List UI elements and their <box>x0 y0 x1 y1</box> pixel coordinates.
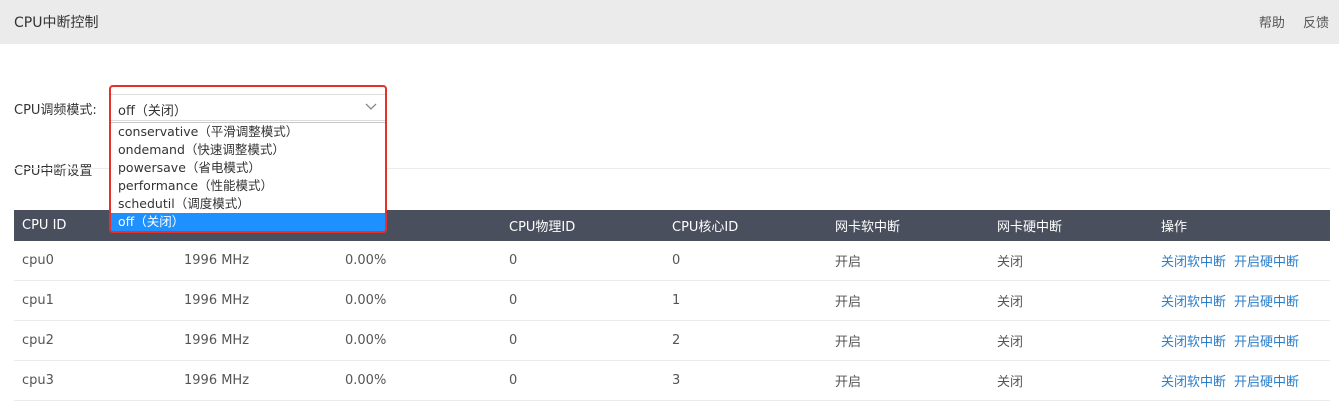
cell-hard-irq-status: 关闭 <box>989 241 1153 281</box>
mode-option-performance[interactable]: performance（性能模式） <box>111 177 385 195</box>
disable-soft-irq-link[interactable]: 关闭软中断 <box>1161 255 1226 270</box>
cell-cpu-id: cpu1 <box>14 280 176 321</box>
cell-physical-id: 0 <box>501 241 664 281</box>
cell-core-id: 3 <box>664 360 827 401</box>
cell-frequency: 1996 MHz <box>176 280 337 321</box>
cell-hard-irq-status: 关闭 <box>989 360 1153 401</box>
cell-core-id: 1 <box>664 280 827 321</box>
cpu-table: CPU ID 用率 CPU物理ID CPU核心ID 网卡软中断 网卡硬中断 操作… <box>14 210 1330 401</box>
cell-soft-irq-status: 开启 <box>827 280 989 321</box>
cell-usage: 0.00% <box>337 320 501 361</box>
cell-cpu-id: cpu2 <box>14 320 176 361</box>
cell-physical-id: 0 <box>501 360 664 401</box>
cell-usage: 0.00% <box>337 280 501 321</box>
top-bar: CPU中断控制 帮助 反馈 <box>0 0 1339 44</box>
cell-core-id: 2 <box>664 320 827 361</box>
mode-option-ondemand[interactable]: ondemand（快速调整模式） <box>111 141 385 159</box>
table-row: cpu0 1996 MHz 0.00% 0 0 开启 关闭 关闭软中断 开启硬中断 <box>14 241 1330 281</box>
mode-option-off[interactable]: off（关闭） <box>111 213 385 231</box>
table-row: cpu3 1996 MHz 0.00% 0 3 开启 关闭 关闭软中断 开启硬中断 <box>14 360 1330 401</box>
table-row: cpu1 1996 MHz 0.00% 0 1 开启 关闭 关闭软中断 开启硬中断 <box>14 280 1330 321</box>
table-row: cpu2 1996 MHz 0.00% 0 2 开启 关闭 关闭软中断 开启硬中断 <box>14 320 1330 361</box>
cell-usage: 0.00% <box>337 241 501 281</box>
col-header-actions: 操作 <box>1153 210 1330 241</box>
cell-actions: 关闭软中断 开启硬中断 <box>1153 320 1330 361</box>
header-links: 帮助 反馈 <box>1245 12 1329 31</box>
cell-soft-irq-status: 开启 <box>827 360 989 401</box>
cpu-mode-select[interactable]: off（关闭） <box>110 94 386 121</box>
help-link[interactable]: 帮助 <box>1259 16 1285 31</box>
cell-actions: 关闭软中断 开启硬中断 <box>1153 360 1330 401</box>
disable-soft-irq-link[interactable]: 关闭软中断 <box>1161 295 1226 310</box>
cpu-mode-selected-value: off（关闭） <box>118 104 187 119</box>
cell-hard-irq-status: 关闭 <box>989 280 1153 321</box>
mode-option-powersave[interactable]: powersave（省电模式） <box>111 159 385 177</box>
cell-core-id: 0 <box>664 241 827 281</box>
cell-hard-irq-status: 关闭 <box>989 320 1153 361</box>
mode-option-conservative[interactable]: conservative（平滑调整模式） <box>111 123 385 141</box>
enable-hard-irq-link[interactable]: 开启硬中断 <box>1234 295 1299 310</box>
cell-cpu-id: cpu0 <box>14 241 176 281</box>
disable-soft-irq-link[interactable]: 关闭软中断 <box>1161 335 1226 350</box>
cell-actions: 关闭软中断 开启硬中断 <box>1153 241 1330 281</box>
disable-soft-irq-link[interactable]: 关闭软中断 <box>1161 375 1226 390</box>
col-header-core-id: CPU核心ID <box>664 210 827 241</box>
enable-hard-irq-link[interactable]: 开启硬中断 <box>1234 335 1299 350</box>
cpu-mode-label: CPU调频模式: <box>14 103 97 118</box>
col-header-soft-irq: 网卡软中断 <box>827 210 989 241</box>
cpu-mode-dropdown: conservative（平滑调整模式） ondemand（快速调整模式） po… <box>110 122 386 231</box>
cell-physical-id: 0 <box>501 280 664 321</box>
cell-usage: 0.00% <box>337 360 501 401</box>
col-header-physical-id: CPU物理ID <box>501 210 664 241</box>
cell-soft-irq-status: 开启 <box>827 241 989 281</box>
col-header-hard-irq: 网卡硬中断 <box>989 210 1153 241</box>
section-title: CPU中断设置 <box>14 164 93 179</box>
feedback-link[interactable]: 反馈 <box>1303 16 1329 31</box>
cell-actions: 关闭软中断 开启硬中断 <box>1153 280 1330 321</box>
enable-hard-irq-link[interactable]: 开启硬中断 <box>1234 375 1299 390</box>
mode-option-schedutil[interactable]: schedutil（调度模式） <box>111 195 385 213</box>
chevron-down-icon <box>365 103 377 110</box>
cell-frequency: 1996 MHz <box>176 360 337 401</box>
enable-hard-irq-link[interactable]: 开启硬中断 <box>1234 255 1299 270</box>
cell-frequency: 1996 MHz <box>176 241 337 281</box>
page-title: CPU中断控制 <box>14 15 99 31</box>
cell-physical-id: 0 <box>501 320 664 361</box>
cell-frequency: 1996 MHz <box>176 320 337 361</box>
cell-cpu-id: cpu3 <box>14 360 176 401</box>
cell-soft-irq-status: 开启 <box>827 320 989 361</box>
